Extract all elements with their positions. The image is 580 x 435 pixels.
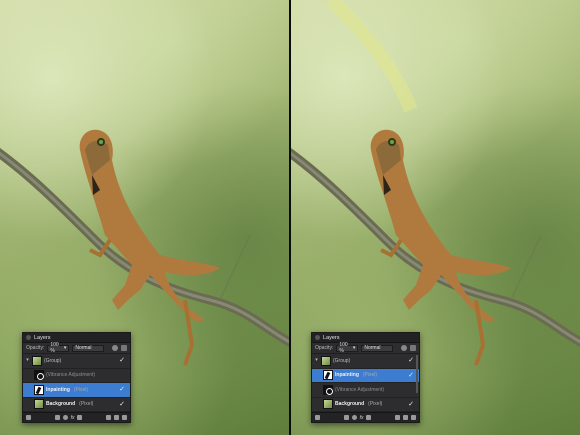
layer-row-group[interactable]: ▾ (Group) ✓ bbox=[23, 354, 130, 369]
layer-name: (Group) bbox=[44, 357, 62, 364]
opacity-label: Opacity: bbox=[315, 345, 334, 351]
blend-mode-select[interactable]: Normal bbox=[72, 344, 105, 352]
layer-name: (Vibrance Adjustment) bbox=[335, 386, 385, 393]
folder-icon[interactable] bbox=[395, 415, 401, 420]
lock-icon[interactable] bbox=[410, 345, 416, 351]
layer-row-group[interactable]: ▾ (Group) ✓ bbox=[312, 354, 419, 369]
gear-icon[interactable] bbox=[401, 345, 407, 351]
panel-tabbar: Layers bbox=[312, 333, 419, 343]
checkmark-icon[interactable]: ✓ bbox=[119, 401, 125, 408]
layer-thumbnail bbox=[323, 384, 333, 395]
layer-kind: (Pixel) bbox=[73, 386, 89, 393]
layer-options-row: Opacity: 100 % ▾ Normal bbox=[23, 342, 130, 354]
panel-title[interactable]: Layers bbox=[34, 335, 51, 341]
layer-row-vibrance[interactable]: (Vibrance Adjustment) bbox=[312, 383, 419, 398]
layer-name: Background bbox=[335, 401, 365, 408]
layer-row-background[interactable]: Background (Pixel) ✓ bbox=[312, 398, 419, 412]
layer-name: Inpainting bbox=[335, 372, 359, 379]
panel-footer: fx bbox=[312, 412, 419, 422]
trash-icon[interactable] bbox=[122, 415, 128, 420]
panel-tabbar: Layers bbox=[23, 333, 130, 343]
opacity-value: 100 % bbox=[50, 342, 59, 354]
gear-icon[interactable] bbox=[112, 345, 118, 351]
layer-row-vibrance[interactable]: (Vibrance Adjustment) bbox=[23, 369, 130, 383]
layer-thumbnail bbox=[34, 399, 44, 410]
layer-thumbnail bbox=[323, 370, 333, 381]
trash-icon[interactable] bbox=[411, 415, 417, 420]
checkmark-icon[interactable]: ✓ bbox=[408, 401, 414, 408]
layers-list: ▾ (Group) ✓ Inpainting (Pixel) ✓ (Vibran… bbox=[312, 354, 419, 413]
layers-icon[interactable] bbox=[26, 415, 31, 420]
checkmark-icon[interactable]: ✓ bbox=[408, 372, 414, 379]
add-layer-icon[interactable] bbox=[114, 415, 120, 420]
close-icon[interactable] bbox=[26, 335, 31, 340]
layer-thumbnail bbox=[321, 355, 331, 366]
mask-icon[interactable] bbox=[343, 415, 349, 420]
layers-scrollbar[interactable] bbox=[416, 355, 418, 393]
checkmark-icon[interactable]: ✓ bbox=[119, 357, 125, 364]
layers-panel-after: Layers Opacity: 100 % ▾ Normal ▾ (Group) … bbox=[311, 332, 420, 423]
checkmark-icon[interactable]: ✓ bbox=[408, 357, 414, 364]
lock-icon[interactable] bbox=[121, 345, 127, 351]
opacity-field[interactable]: 100 % ▾ bbox=[47, 342, 70, 354]
opacity-value: 100 % bbox=[339, 342, 348, 354]
mask-icon[interactable] bbox=[54, 415, 60, 420]
expand-arrow-icon[interactable]: ▾ bbox=[25, 358, 30, 363]
layer-row-background[interactable]: Background (Pixel) ✓ bbox=[23, 398, 130, 412]
layer-kind: (Pixel) bbox=[368, 401, 383, 408]
chevron-down-icon: ▾ bbox=[352, 345, 356, 351]
adjustment-icon[interactable] bbox=[351, 415, 357, 420]
layer-thumbnail bbox=[32, 355, 42, 366]
add-layer-icon[interactable] bbox=[403, 415, 409, 420]
layer-thumbnail bbox=[34, 384, 44, 395]
live-filter-icon[interactable] bbox=[77, 415, 83, 420]
adjustment-icon[interactable] bbox=[62, 415, 68, 420]
layers-panel-before: Layers Opacity: 100 % ▾ Normal ▾ (Group) … bbox=[22, 332, 131, 423]
layer-name: Background bbox=[46, 401, 76, 408]
checkmark-icon[interactable]: ✓ bbox=[119, 386, 125, 393]
panel-footer: fx bbox=[23, 412, 130, 422]
layers-list: ▾ (Group) ✓ (Vibrance Adjustment) Inpain… bbox=[23, 354, 130, 413]
layer-row-inpainting[interactable]: Inpainting (Pixel) ✓ bbox=[23, 383, 130, 398]
expand-arrow-icon[interactable]: ▾ bbox=[314, 358, 319, 363]
layers-icon[interactable] bbox=[315, 415, 320, 420]
layer-kind: (Pixel) bbox=[79, 401, 94, 408]
layer-thumbnail bbox=[323, 399, 333, 410]
layer-options-row: Opacity: 100 % ▾ Normal bbox=[312, 342, 419, 354]
layer-name: (Group) bbox=[333, 357, 351, 364]
layer-name: (Vibrance Adjustment) bbox=[46, 372, 96, 379]
live-filter-icon[interactable] bbox=[366, 415, 372, 420]
panel-title[interactable]: Layers bbox=[323, 335, 340, 341]
folder-icon[interactable] bbox=[106, 415, 112, 420]
blend-mode-select[interactable]: Normal bbox=[361, 344, 394, 352]
close-icon[interactable] bbox=[315, 335, 320, 340]
layer-row-inpainting[interactable]: Inpainting (Pixel) ✓ bbox=[312, 368, 419, 383]
fx-icon[interactable]: fx bbox=[71, 415, 75, 421]
chevron-down-icon: ▾ bbox=[63, 345, 67, 351]
layer-name: Inpainting bbox=[46, 386, 70, 393]
opacity-label: Opacity: bbox=[26, 345, 45, 351]
fx-icon[interactable]: fx bbox=[360, 415, 364, 421]
opacity-field[interactable]: 100 % ▾ bbox=[336, 342, 359, 354]
layer-kind: (Pixel) bbox=[362, 372, 378, 379]
layer-thumbnail bbox=[34, 370, 44, 381]
